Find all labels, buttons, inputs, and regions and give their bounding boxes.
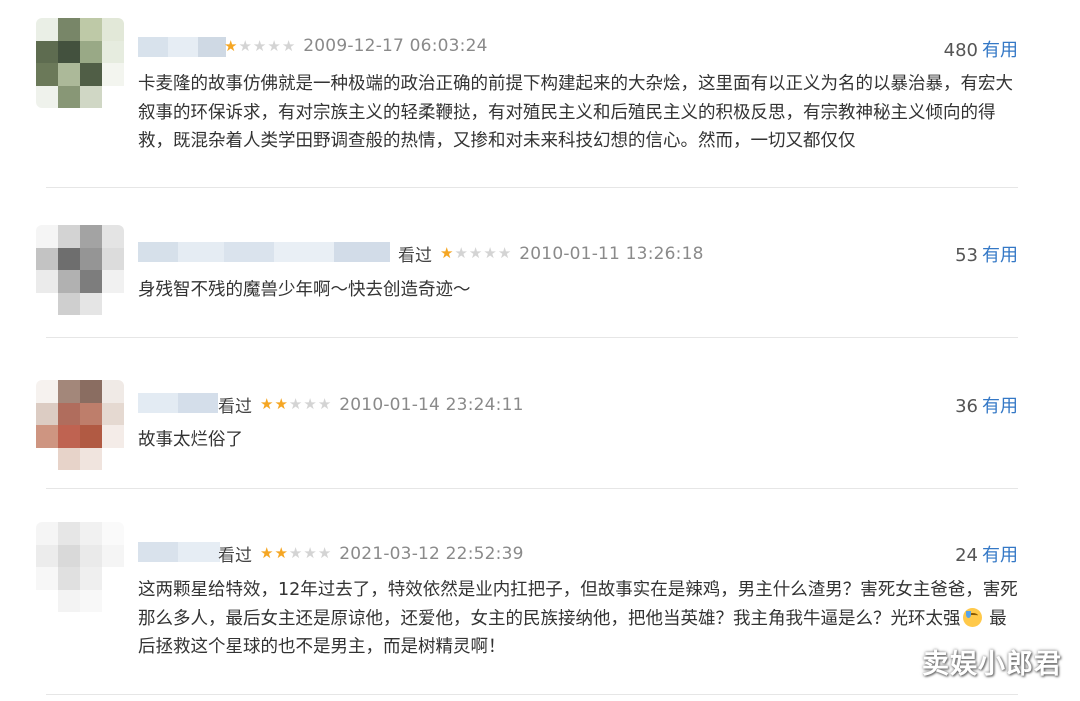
star-filled-icon: ★ [440, 244, 454, 262]
vote-count: 36 有用 [955, 392, 1018, 418]
vote-number: 24 [955, 545, 978, 566]
star-filled-icon: ★ [274, 544, 288, 562]
rating-stars: ★ ★ ★ ★ ★ [260, 397, 331, 412]
star-empty-icon: ★ [288, 395, 303, 413]
vote-count: 24 有用 [955, 541, 1018, 567]
avatar[interactable] [36, 380, 124, 470]
star-empty-icon: ★ [281, 36, 296, 55]
review-meta: 看过 ★ ★ ★ ★ ★ 2010-01-14 23:24:11 [218, 392, 524, 418]
vote-number: 53 [955, 245, 978, 266]
vote-number: 480 [943, 40, 978, 61]
review-meta: ★ ★ ★ ★ ★ 2009-12-17 06:03:24 [224, 36, 488, 56]
watch-status: 看过 [218, 546, 252, 566]
review-meta: 看过 ★ ★ ★ ★ ★ 2021-03-12 22:52:39 [218, 541, 524, 567]
rating-stars: ★ ★ ★ ★ ★ [260, 546, 331, 561]
watch-status: 看过 [398, 246, 432, 266]
review-text: 卡麦隆的故事仿佛就是一种极端的政治正确的前提下构建起来的大杂烩，这里面有以正义为… [138, 74, 1013, 151]
avatar[interactable] [36, 522, 124, 612]
review-meta: 看过 ★ ★ ★ ★ ★ 2010-01-11 13:26:18 [398, 241, 704, 267]
divider [46, 187, 1018, 188]
review-text: 故事太烂俗了 [138, 430, 243, 450]
star-filled-icon: ★ [260, 544, 274, 562]
useful-button[interactable]: 有用 [982, 545, 1018, 566]
review-date: 2021-03-12 22:52:39 [339, 543, 524, 564]
star-filled-icon: ★ [274, 395, 288, 413]
rating-stars: ★ ★ ★ ★ ★ [440, 246, 511, 261]
username-blurred[interactable] [138, 542, 220, 562]
star-empty-icon: ★ [303, 544, 317, 562]
review-text: 身残智不残的魔兽少年啊～快去创造奇迹～ [138, 280, 471, 300]
review-date: 2009-12-17 06:03:24 [303, 36, 488, 56]
watch-status: 看过 [218, 397, 252, 417]
star-filled-icon: ★ [224, 36, 238, 55]
star-empty-icon: ★ [497, 244, 512, 262]
username-blurred[interactable] [138, 242, 390, 262]
divider [46, 488, 1018, 489]
useful-button[interactable]: 有用 [982, 396, 1018, 417]
watermark: 卖娱小郎君 [922, 649, 1062, 680]
star-filled-icon: ★ [260, 395, 274, 413]
vote-count: 53 有用 [955, 241, 1018, 267]
star-empty-icon: ★ [317, 395, 332, 413]
divider [46, 694, 1018, 695]
review-date: 2010-01-14 23:24:11 [339, 394, 524, 415]
useful-button[interactable]: 有用 [982, 245, 1018, 266]
crying-emoji-icon [962, 607, 982, 627]
star-empty-icon: ★ [483, 244, 497, 262]
star-empty-icon: ★ [454, 244, 468, 262]
username-blurred[interactable] [138, 37, 226, 57]
review-text: 这两颗星给特效，12年过去了，特效依然是业内扛把子，但故事实在是辣鸡，男主什么渣… [138, 576, 1018, 662]
star-empty-icon: ★ [288, 544, 303, 562]
divider [46, 337, 1018, 338]
review-text-part: 这两颗星给特效，12年过去了，特效依然是业内扛把子，但故事实在是辣鸡，男主什么渣… [138, 580, 1018, 629]
username-blurred[interactable] [138, 393, 218, 413]
rating-stars: ★ ★ ★ ★ ★ [224, 36, 296, 55]
star-empty-icon: ★ [317, 544, 332, 562]
vote-count: 480 有用 [944, 36, 1018, 62]
star-empty-icon: ★ [252, 36, 267, 55]
star-empty-icon: ★ [303, 395, 317, 413]
avatar[interactable] [36, 18, 124, 108]
vote-number: 36 [955, 396, 978, 417]
star-empty-icon: ★ [267, 36, 281, 55]
avatar[interactable] [36, 225, 124, 315]
star-empty-icon: ★ [468, 244, 483, 262]
review-date: 2010-01-11 13:26:18 [519, 243, 704, 264]
useful-button[interactable]: 有用 [982, 40, 1018, 61]
star-empty-icon: ★ [238, 36, 252, 55]
